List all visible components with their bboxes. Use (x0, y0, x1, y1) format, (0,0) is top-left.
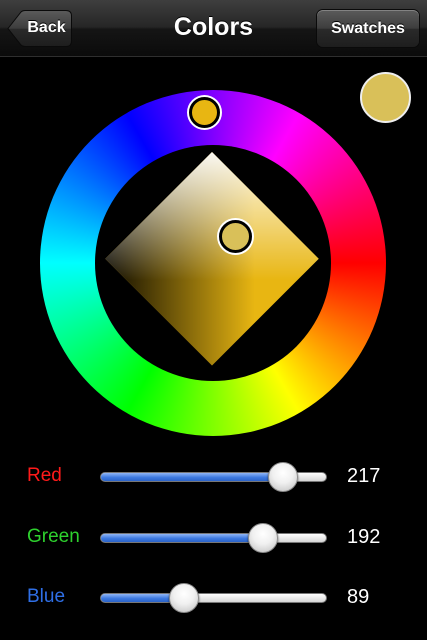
red-label: Red (27, 465, 62, 486)
hue-selector-knob[interactable] (189, 97, 220, 128)
red-slider-fill (101, 473, 284, 481)
red-value: 217 (347, 465, 381, 487)
blue-slider-row: Blue 89 (0, 578, 427, 618)
blue-slider-thumb[interactable] (168, 583, 199, 613)
red-slider-thumb[interactable] (267, 462, 298, 492)
color-picker-screen: Back Colors Swatches Red 217 Green 192 B… (0, 0, 427, 640)
green-value: 192 (347, 526, 381, 548)
color-selector-knob[interactable] (219, 220, 252, 253)
green-label: Green (27, 526, 80, 547)
green-slider-thumb[interactable] (248, 523, 279, 553)
blue-slider-track[interactable] (100, 593, 327, 603)
blue-label: Blue (27, 586, 66, 607)
navigation-bar: Back Colors Swatches (0, 0, 427, 57)
green-slider-row: Green 192 (0, 518, 427, 558)
swatches-button[interactable]: Swatches (317, 10, 419, 47)
selected-color-preview (360, 72, 411, 123)
green-slider-track[interactable] (100, 533, 327, 543)
red-slider-row: Red 217 (0, 457, 427, 497)
blue-value: 89 (347, 586, 370, 608)
green-slider-fill (101, 534, 265, 542)
